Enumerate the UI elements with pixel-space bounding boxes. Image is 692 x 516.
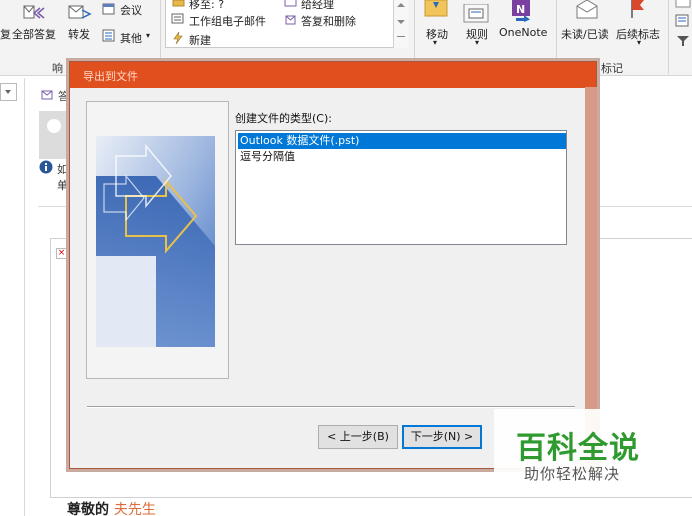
search-people-icon[interactable] bbox=[674, 0, 692, 10]
address-book-icon[interactable] bbox=[674, 14, 692, 28]
avatar-head bbox=[47, 119, 61, 133]
quick-steps-scrollbar[interactable] bbox=[393, 0, 408, 48]
respond-group-label: 响 bbox=[52, 62, 63, 75]
quick-step-move-to[interactable]: 移至: ? bbox=[189, 0, 224, 12]
quick-step-to-manager[interactable]: 给经理 bbox=[301, 0, 334, 12]
back-button[interactable]: < 上一步(B) bbox=[318, 425, 398, 449]
watermark-title: 百科全说 bbox=[516, 431, 640, 466]
file-type-option-pst[interactable]: Outlook 数据文件(.pst) bbox=[238, 133, 566, 149]
other-dropdown-caret[interactable]: ▾ bbox=[146, 31, 150, 40]
quick-step-new[interactable]: 新建 bbox=[189, 32, 211, 48]
move-icon[interactable] bbox=[424, 0, 450, 18]
tags-group-label: 标记 bbox=[601, 62, 623, 75]
scroll-up-icon[interactable] bbox=[397, 3, 405, 7]
group-separator bbox=[668, 0, 669, 74]
unread-read-button[interactable]: 未读/已读 bbox=[561, 26, 609, 42]
forward-button[interactable]: 转发 bbox=[68, 26, 90, 42]
filter-icon[interactable] bbox=[674, 34, 692, 48]
mail-greeting: 尊敬的 夫先生 bbox=[67, 499, 156, 516]
dialog-separator-highlight bbox=[87, 407, 575, 408]
move-to-icon[interactable] bbox=[172, 0, 186, 8]
meeting-icon[interactable] bbox=[102, 2, 116, 16]
reply-all-icon[interactable] bbox=[20, 2, 50, 22]
file-type-label: 创建文件的类型(C): bbox=[235, 112, 332, 125]
folder-dropdown[interactable] bbox=[0, 83, 17, 101]
reply-all-button[interactable]: 全部答复 bbox=[12, 26, 56, 42]
watermark: 百科全说 助你轻松解决 bbox=[494, 409, 670, 489]
rules-icon[interactable] bbox=[463, 4, 491, 24]
dialog-title: 导出到文件 bbox=[83, 70, 138, 83]
followup-dropdown-caret[interactable]: ▾ bbox=[637, 38, 641, 47]
rules-dropdown-caret[interactable]: ▾ bbox=[475, 38, 479, 47]
forward-icon[interactable] bbox=[66, 2, 94, 22]
quick-step-team-email[interactable]: 工作组电子邮件 bbox=[189, 13, 266, 29]
file-type-listbox[interactable]: Outlook 数据文件(.pst) 逗号分隔值 bbox=[235, 130, 567, 245]
onenote-icon[interactable]: N bbox=[510, 0, 534, 22]
wizard-illustration bbox=[96, 136, 215, 347]
next-button[interactable]: 下一步(N) > bbox=[402, 425, 482, 449]
to-manager-icon[interactable] bbox=[284, 0, 298, 8]
lightning-icon[interactable] bbox=[171, 31, 185, 45]
team-email-icon[interactable] bbox=[171, 13, 185, 25]
dialog-titlebar[interactable]: 导出到文件 bbox=[70, 62, 596, 88]
reply-button-label[interactable]: 复 bbox=[0, 26, 11, 42]
expand-gallery-icon[interactable] bbox=[397, 36, 405, 37]
greeting-text: 尊敬的 bbox=[67, 502, 109, 516]
flag-icon[interactable] bbox=[628, 0, 648, 18]
scroll-down-icon[interactable] bbox=[397, 20, 405, 24]
svg-text:N: N bbox=[516, 3, 525, 16]
quick-step-reply-delete[interactable]: 答复和删除 bbox=[301, 13, 356, 29]
onenote-button[interactable]: OneNote bbox=[499, 26, 547, 39]
chevron-down-icon bbox=[5, 90, 11, 94]
meeting-button[interactable]: 会议 bbox=[120, 2, 142, 18]
reply-delete-icon[interactable] bbox=[284, 13, 298, 26]
unread-read-icon[interactable] bbox=[574, 0, 602, 20]
recipient-name: 夫先生 bbox=[113, 502, 156, 516]
pane-divider bbox=[24, 78, 25, 516]
move-dropdown-caret[interactable]: ▾ bbox=[433, 38, 437, 47]
other-button[interactable]: 其他 bbox=[120, 30, 142, 46]
avatar bbox=[39, 111, 69, 159]
reply-indicator-icon bbox=[41, 90, 53, 100]
watermark-subtitle: 助你轻松解决 bbox=[524, 465, 621, 483]
other-icon[interactable] bbox=[102, 29, 116, 43]
file-type-option-csv[interactable]: 逗号分隔值 bbox=[238, 149, 566, 165]
info-icon bbox=[39, 160, 53, 174]
